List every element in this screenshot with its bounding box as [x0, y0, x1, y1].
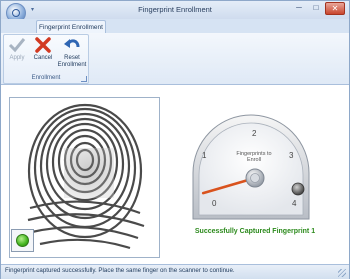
- tab-fingerprint-enrollment[interactable]: Fingerprint Enrollment: [36, 20, 106, 34]
- reset-enrollment-button[interactable]: Reset Enrollment: [56, 36, 88, 69]
- reset-label-line2: Enrollment: [57, 62, 87, 68]
- cancel-label: Cancel: [33, 55, 53, 61]
- undo-arrow-icon: [64, 39, 80, 48]
- minimize-button[interactable]: ─: [291, 2, 307, 15]
- cancel-x-icon: [35, 37, 51, 53]
- enrollment-gauge: 0 1 2 3 4 Fingerprints to Enroll: [192, 114, 310, 220]
- gauge-tick-2: 2: [252, 129, 257, 138]
- close-button[interactable]: ✕: [325, 2, 345, 15]
- status-bar-text: Fingerprint captured successfully. Place…: [5, 267, 235, 274]
- dialog-launcher-icon[interactable]: [81, 76, 87, 82]
- maximize-button[interactable]: □: [308, 2, 324, 15]
- gauge-tick-0: 0: [212, 199, 217, 208]
- apply-button[interactable]: Apply: [5, 36, 29, 62]
- gauge-tick-1: 1: [202, 151, 207, 160]
- gauge-tick-3: 3: [289, 151, 294, 160]
- gauge-hub-center: [250, 173, 260, 183]
- resize-grip-icon[interactable]: [338, 269, 346, 277]
- capture-status-message: Successfully Captured Fingerprint 1: [194, 228, 316, 235]
- green-status-light-icon: [16, 234, 29, 247]
- gauge-tick-4: 4: [292, 199, 297, 208]
- cancel-button[interactable]: Cancel: [31, 36, 55, 62]
- reset-label-line1: Reset: [64, 55, 80, 61]
- apply-label: Apply: [9, 55, 25, 61]
- ribbon-group-label: Enrollment: [31, 75, 61, 81]
- gauge-caption-line2: Enroll: [247, 157, 261, 163]
- gauge-indicator-light-icon: [291, 182, 305, 196]
- scan-status-indicator: [11, 229, 34, 252]
- checkmark-icon: [8, 38, 26, 53]
- app-window: ▾ Fingerprint Enrollment ─ □ ✕ Fingerpri…: [0, 0, 350, 279]
